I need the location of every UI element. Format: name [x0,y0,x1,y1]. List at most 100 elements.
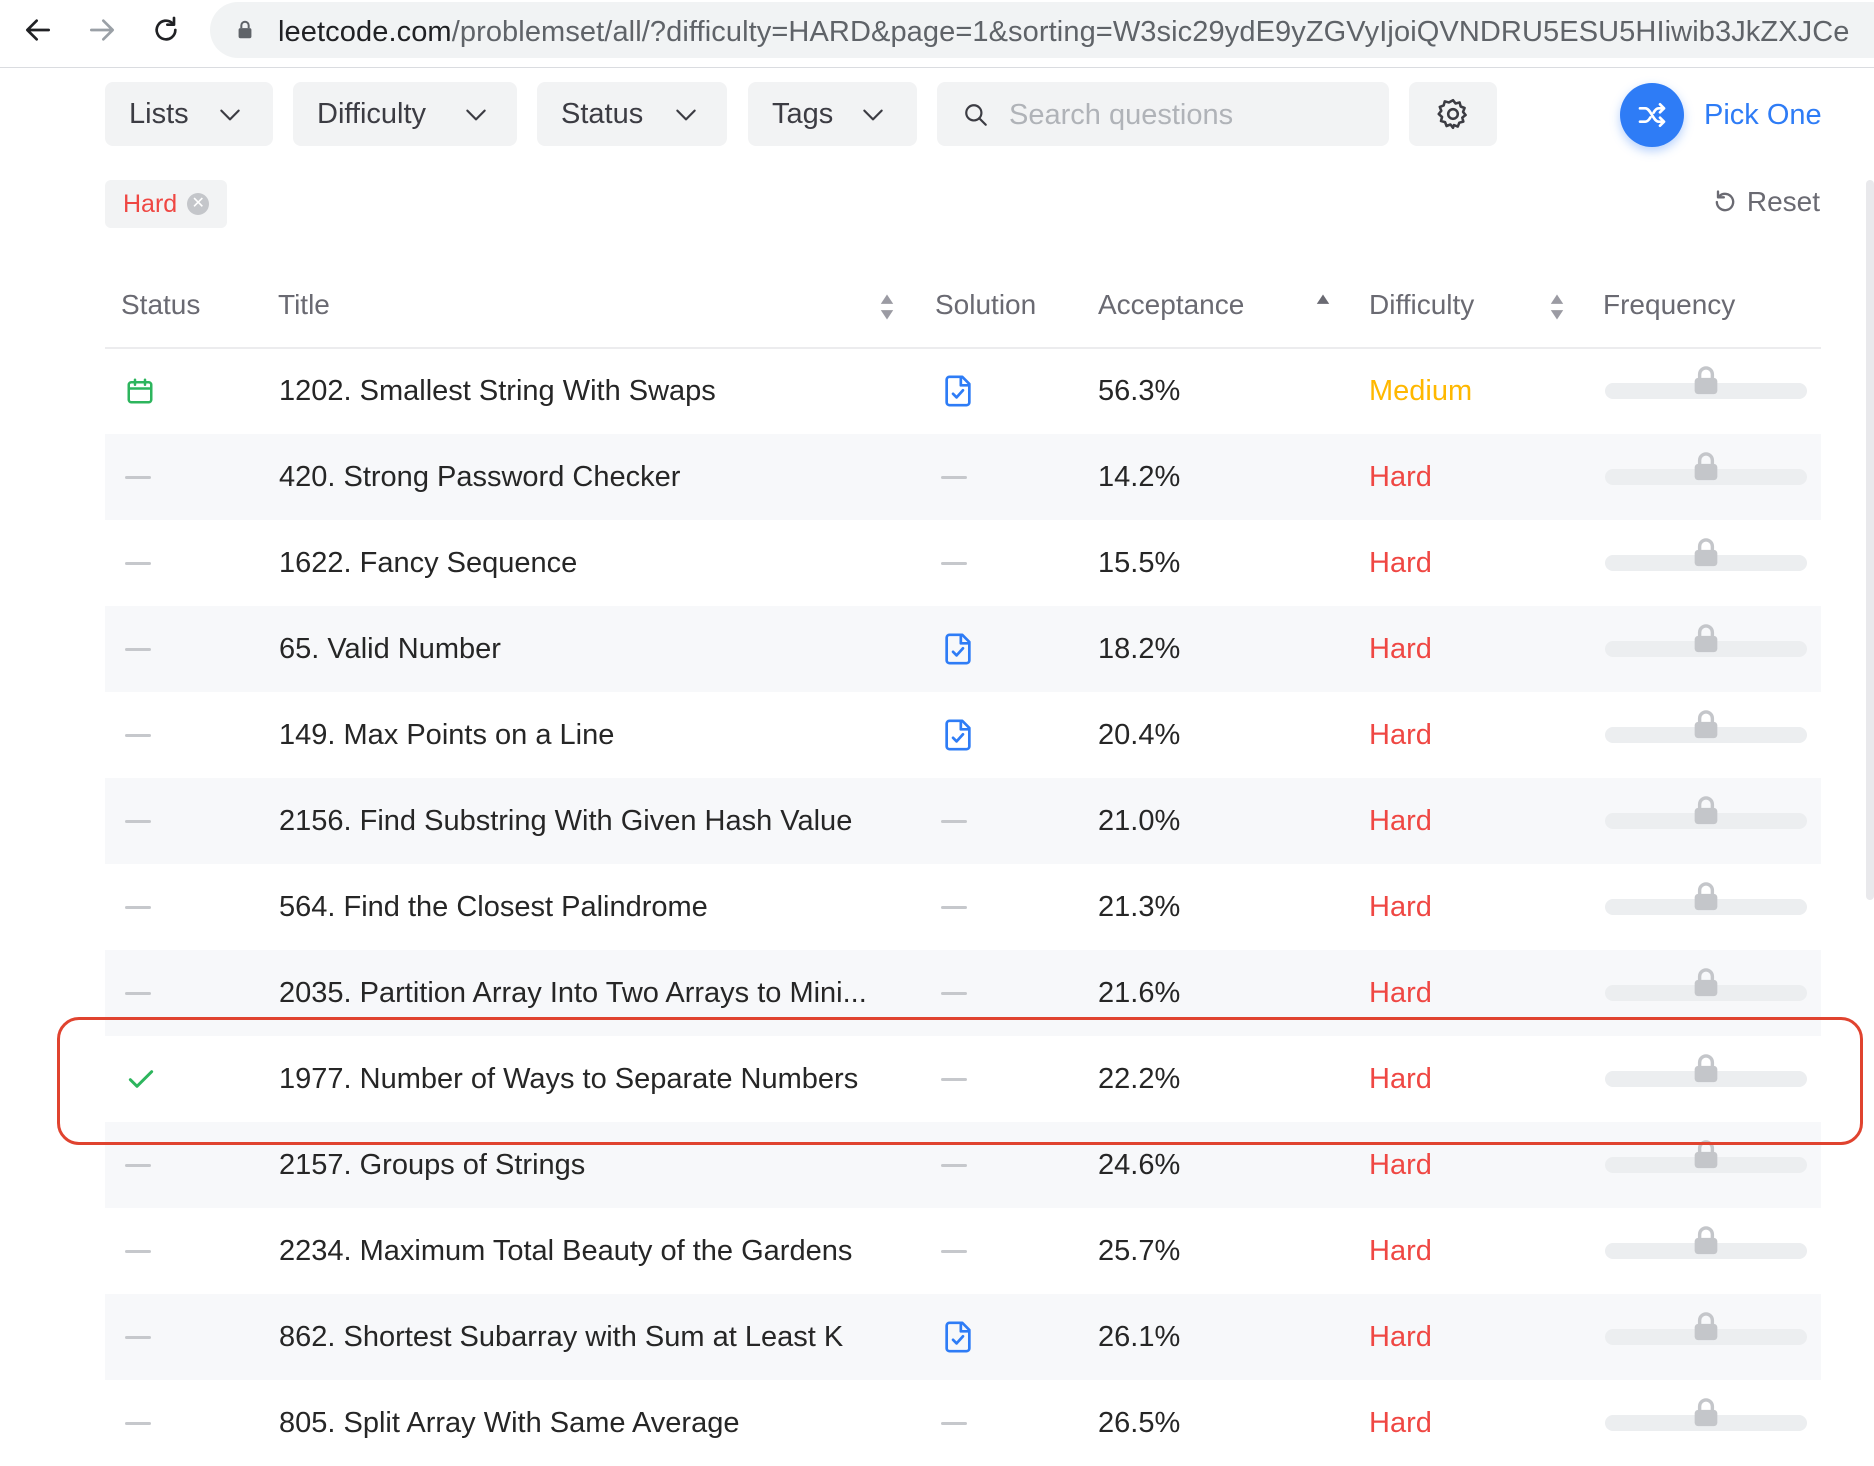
lock-icon [1689,879,1723,913]
chevron-down-icon [863,109,883,121]
no-solution-dash [941,1208,967,1294]
url-text: leetcode.com/problemset/all/?difficulty=… [278,16,1850,48]
status-dropdown[interactable]: Status [537,82,727,146]
problem-title-link[interactable]: 2234. Maximum Total Beauty of the Garden… [279,1208,852,1294]
checkmark-icon [125,1036,157,1122]
difficulty-label: Hard [1369,1062,1432,1095]
table-row[interactable]: 1977. Number of Ways to Separate Numbers… [105,1036,1821,1122]
solution-icon[interactable] [941,348,975,434]
no-solution-dash [941,434,967,520]
acceptance-rate: 14.2% [1098,460,1181,493]
back-arrow-icon[interactable] [16,8,60,52]
difficulty-label: Hard [1369,976,1432,1009]
frequency-bar [1605,882,1807,915]
scrollbar[interactable] [1866,180,1874,900]
column-solution: Solution [935,289,1037,320]
difficulty-label: Hard [1369,718,1432,751]
problem-title-link[interactable]: 65. Valid Number [279,606,501,692]
solution-icon[interactable] [941,692,975,778]
frequency-bar [1605,1398,1807,1431]
lock-icon [1689,449,1723,483]
column-acceptance[interactable]: Acceptance [1098,289,1244,321]
status-dash [125,864,151,950]
acceptance-rate: 20.4% [1098,718,1181,751]
problem-title-link[interactable]: 420. Strong Password Checker [279,434,680,520]
search-input[interactable] [1007,94,1371,136]
status-dash [125,778,151,864]
status-dash [125,606,151,692]
problem-title-link[interactable]: 2035. Partition Array Into Two Arrays to… [279,950,867,1036]
table-row[interactable]: 2156. Find Substring With Given Hash Val… [105,778,1821,864]
no-solution-dash [941,778,967,864]
acceptance-rate: 15.5% [1098,546,1181,579]
problem-title-link[interactable]: 564. Find the Closest Palindrome [279,864,708,950]
gear-icon [1437,98,1467,130]
table-row[interactable]: 2157. Groups of Strings 24.6% Hard [105,1122,1821,1208]
difficulty-label: Hard [1369,460,1432,493]
sort-icon[interactable] [879,293,895,321]
problem-title-link[interactable]: 805. Split Array With Same Average [279,1380,739,1466]
frequency-bar [1605,366,1807,399]
difficulty-label: Medium [1369,374,1473,407]
filter-chip-label: Hard [123,189,178,218]
sort-ascending-icon[interactable] [1315,293,1331,321]
calendar-icon [125,348,155,434]
table-row[interactable]: 149. Max Points on a Line 20.4% Hard [105,692,1821,778]
difficulty-filter-chip: Hard ✕ [105,180,228,228]
problem-title-link[interactable]: 1977. Number of Ways to Separate Numbers [279,1036,858,1122]
status-dash [125,1294,151,1380]
lists-dropdown-label: Lists [129,97,189,130]
tags-dropdown[interactable]: Tags [748,82,917,146]
reset-button[interactable]: Reset [1711,186,1820,218]
remove-chip-icon[interactable]: ✕ [187,193,210,215]
lock-icon [1689,363,1723,397]
acceptance-rate: 26.5% [1098,1406,1181,1439]
lock-icon [1689,1395,1723,1429]
table-row[interactable]: 2035. Partition Array Into Two Arrays to… [105,950,1821,1036]
problem-title-link[interactable]: 1622. Fancy Sequence [279,520,577,606]
status-dash [125,520,151,606]
table-row[interactable]: 1622. Fancy Sequence 15.5% Hard [105,520,1821,606]
lock-icon [1689,1223,1723,1257]
problem-title-link[interactable]: 2157. Groups of Strings [279,1122,585,1208]
problem-title-link[interactable]: 2156. Find Substring With Given Hash Val… [279,778,852,864]
table-row[interactable]: 1202. Smallest String With Swaps 56.3% Med… [105,348,1821,434]
forward-arrow-icon[interactable] [80,8,124,52]
settings-button[interactable] [1409,82,1497,146]
table-row[interactable]: 564. Find the Closest Palindrome 21.3% Har… [105,864,1821,950]
frequency-bar [1605,1054,1807,1087]
problem-title-link[interactable]: 1202. Smallest String With Swaps [279,348,716,434]
sort-icon[interactable] [1549,293,1565,321]
problem-title-link[interactable]: 862. Shortest Subarray with Sum at Least… [279,1294,843,1380]
column-title[interactable]: Title [278,289,330,321]
lock-icon [1689,1309,1723,1343]
search-box [937,82,1389,146]
acceptance-rate: 25.7% [1098,1234,1181,1267]
reload-icon[interactable] [144,8,188,52]
address-bar[interactable]: leetcode.com/problemset/all/?difficulty=… [210,2,1874,58]
frequency-bar [1605,968,1807,1001]
table-row[interactable]: 2234. Maximum Total Beauty of the Garden… [105,1208,1821,1294]
tags-dropdown-label: Tags [772,97,834,130]
table-header: Status Title Solution Acceptance Difficu… [105,275,1821,349]
status-dash [125,1208,151,1294]
lock-icon [1689,965,1723,999]
problem-title-link[interactable]: 149. Max Points on a Line [279,692,614,778]
lists-dropdown[interactable]: Lists [105,82,273,146]
solution-icon[interactable] [941,606,975,692]
acceptance-rate: 22.2% [1098,1062,1181,1095]
lock-icon [1689,793,1723,827]
solution-icon[interactable] [941,1294,975,1380]
acceptance-rate: 26.1% [1098,1320,1181,1353]
column-difficulty[interactable]: Difficulty [1369,289,1474,321]
table-row[interactable]: 862. Shortest Subarray with Sum at Least… [105,1294,1821,1380]
pick-one-button[interactable]: Pick One [1620,82,1822,148]
chevron-down-icon [466,109,486,121]
table-row[interactable]: 65. Valid Number 18.2% Hard [105,606,1821,692]
difficulty-dropdown[interactable]: Difficulty [293,82,517,146]
table-row[interactable]: 420. Strong Password Checker 14.2% Hard [105,434,1821,520]
table-row[interactable]: 805. Split Array With Same Average 26.5% H… [105,1380,1821,1466]
acceptance-rate: 56.3% [1098,374,1181,407]
status-dropdown-label: Status [561,97,644,130]
column-frequency: Frequency [1603,289,1736,320]
